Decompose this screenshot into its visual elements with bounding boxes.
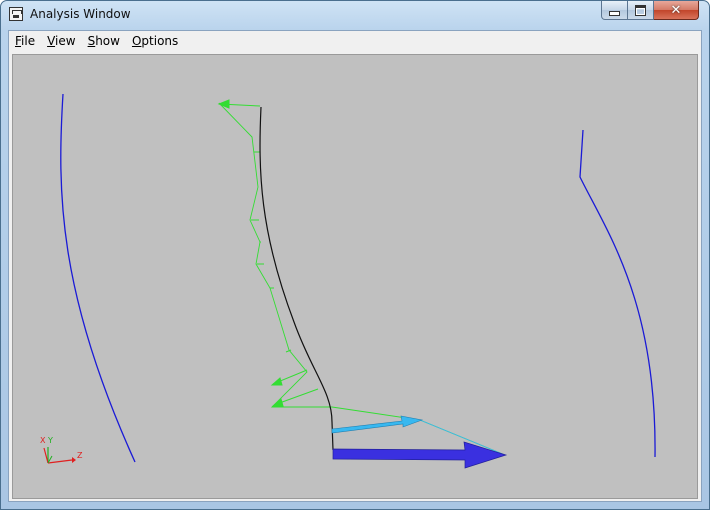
- menu-show[interactable]: Show: [82, 31, 126, 51]
- maximize-button[interactable]: [628, 1, 654, 20]
- menu-options-label: ptions: [141, 34, 179, 48]
- menu-options-mnemonic: O: [131, 34, 142, 48]
- menu-bar: File View Show Options: [9, 31, 701, 51]
- pressure-vectors: [217, 99, 319, 407]
- right-profile-line: [579, 129, 656, 458]
- axis-z-label: Z: [77, 451, 83, 460]
- close-button[interactable]: ✕: [654, 1, 699, 20]
- velocity-arrow: [331, 415, 424, 434]
- menu-show-label: how: [95, 34, 120, 48]
- force-arrow: [332, 441, 508, 469]
- caption-buttons: ✕: [601, 1, 699, 21]
- menu-file[interactable]: File: [9, 31, 41, 51]
- viewport-canvas[interactable]: X Y Z: [13, 55, 697, 498]
- graphics-viewport[interactable]: X Y Z: [12, 54, 698, 499]
- menu-options[interactable]: Options: [126, 31, 184, 51]
- left-profile-line: [60, 93, 136, 463]
- menu-file-label: ile: [21, 34, 36, 48]
- minimize-icon: [609, 10, 620, 16]
- analysis-window: Analysis Window ✕ File View Show Options: [0, 0, 710, 510]
- axis-x-label: X: [40, 436, 46, 445]
- pressure-envelope: [218, 102, 506, 456]
- surface-curve: [259, 106, 334, 451]
- axis-triad: X Y Z: [40, 436, 83, 464]
- title-bar[interactable]: Analysis Window ✕: [1, 1, 709, 29]
- window-title: Analysis Window: [30, 7, 131, 21]
- axis-z-arrowhead: [72, 457, 76, 463]
- close-icon: ✕: [670, 2, 682, 18]
- app-icon[interactable]: [9, 7, 23, 21]
- menu-view-label: iew: [55, 34, 76, 48]
- menu-view-mnemonic: V: [47, 34, 56, 48]
- minimize-button[interactable]: [601, 1, 628, 20]
- maximize-icon: [635, 4, 646, 16]
- axis-y-label: Y: [47, 436, 53, 445]
- axis-z-line: [47, 459, 73, 464]
- menu-view[interactable]: View: [41, 31, 81, 51]
- client-area: File View Show Options X Y Z: [8, 30, 702, 502]
